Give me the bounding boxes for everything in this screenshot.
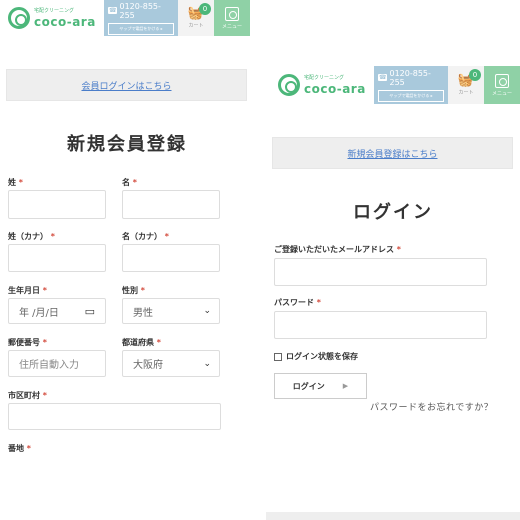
city-label: 市区町村 * [8, 391, 47, 400]
logo-wordmark: coco-ara [304, 81, 366, 96]
menu-label: メニュー [491, 90, 512, 97]
footer-strip [266, 512, 520, 520]
phone-number: 0120-855-255 [389, 68, 431, 87]
password-input[interactable] [274, 311, 487, 339]
forgot-password-link[interactable]: パスワードをお忘れですか？ [370, 400, 493, 413]
new-registration-bar: 新規会員登録はこちら [272, 137, 513, 169]
logo-subtitle: 宅配クリーニング [304, 74, 345, 81]
call-button[interactable]: ヤップで電話をかける ▸ [378, 89, 444, 102]
cart-label: カート [188, 23, 204, 29]
postal-code-input[interactable]: 住所自動入力 [8, 350, 106, 377]
remember-login-checkbox[interactable] [274, 352, 282, 361]
member-login-bar: 会員ログインはこちら [6, 69, 247, 101]
email-label: ご登録いただいたメールアドレス * [274, 245, 401, 254]
site-header: 宅配クリーニング coco-ara ☎ 0120-855-255 ヤップで電話を… [0, 0, 254, 36]
city-input[interactable] [8, 403, 221, 430]
page-title: 新規会員登録 [67, 134, 187, 155]
cart-count-badge: 0 [469, 69, 481, 81]
member-login-link[interactable]: 会員ログインはこちら [81, 79, 171, 92]
phone-contact[interactable]: ☎ 0120-855-255 ヤップで電話をかける ▸ [104, 0, 178, 36]
menu-label: メニュー [221, 23, 242, 30]
birthdate-input[interactable]: 年 /月/日 ▭ [8, 298, 106, 324]
washing-machine-icon [495, 73, 509, 88]
login-button-label: ログイン [292, 381, 325, 391]
site-header: 宅配クリーニング coco-ara ☎ 0120-855-255 ヤップで電話を… [270, 66, 520, 104]
first-name-input[interactable] [122, 190, 220, 219]
password-label: パスワード * [274, 298, 321, 307]
login-button[interactable]: ログイン ▶ [274, 373, 367, 399]
prefecture-value: 大阪府 [133, 360, 163, 371]
remember-login-label: ログイン状態を保存 [286, 352, 358, 361]
postal-code-placeholder: 住所自動入力 [19, 360, 79, 371]
birthdate-label: 生年月日 * [8, 286, 47, 295]
site-logo[interactable]: 宅配クリーニング coco-ara [270, 66, 374, 104]
registration-panel: 宅配クリーニング coco-ara ☎ 0120-855-255 ヤップで電話を… [0, 0, 260, 520]
remember-login-row[interactable]: ログイン状態を保存 [274, 351, 358, 362]
login-title: ログイン [353, 202, 433, 223]
last-name-kana-input[interactable] [8, 244, 106, 272]
last-name-label: 姓 * [8, 178, 23, 187]
new-registration-link[interactable]: 新規会員登録はこちら [347, 147, 437, 160]
login-panel: 宅配クリーニング coco-ara ☎ 0120-855-255 ヤップで電話を… [266, 66, 520, 520]
menu-button[interactable]: メニュー [484, 66, 520, 104]
prefecture-label: 都道府県 * [122, 338, 161, 347]
last-name-kana-label: 姓（カナ） * [8, 232, 55, 241]
phone-icon: ☎ [378, 74, 388, 81]
phone-contact[interactable]: ☎ 0120-855-255 ヤップで電話をかける ▸ [374, 66, 448, 104]
cart-button[interactable]: 🧺 カート 0 [448, 66, 484, 104]
prefecture-select[interactable]: 大阪府 ⌄ [122, 350, 220, 377]
logo-icon [278, 74, 300, 96]
postal-code-label: 郵便番号 * [8, 338, 47, 347]
washing-machine-icon [225, 6, 239, 21]
chevron-down-icon: ⌄ [203, 306, 211, 316]
triangle-right-icon: ▶ [342, 382, 349, 390]
phone-icon: ☎ [108, 7, 118, 14]
gender-value: 男性 [133, 307, 153, 319]
email-input[interactable] [274, 258, 487, 286]
calendar-icon[interactable]: ▭ [85, 305, 95, 318]
logo-subtitle: 宅配クリーニング [34, 7, 75, 14]
first-name-kana-input[interactable] [122, 244, 220, 272]
chevron-down-icon: ⌄ [203, 358, 211, 369]
address-label: 番地 * [8, 444, 31, 453]
logo-icon [8, 7, 30, 29]
first-name-label: 名 * [122, 178, 137, 187]
phone-number: 0120-855-255 [119, 1, 161, 20]
call-button[interactable]: ヤップで電話をかける ▸ [108, 22, 174, 35]
cart-count-badge: 0 [199, 3, 211, 15]
gender-label: 性別 * [122, 286, 145, 295]
menu-button[interactable]: メニュー [214, 0, 250, 36]
cart-label: カート [458, 90, 474, 96]
site-logo[interactable]: 宅配クリーニング coco-ara [0, 0, 104, 36]
last-name-input[interactable] [8, 190, 106, 219]
first-name-kana-label: 名（カナ） * [122, 232, 169, 241]
birthdate-placeholder: 年 /月/日 [19, 307, 59, 319]
logo-wordmark: coco-ara [34, 14, 96, 29]
cart-button[interactable]: 🧺 カート 0 [178, 0, 214, 36]
gender-select[interactable]: 男性 ⌄ [122, 298, 220, 324]
